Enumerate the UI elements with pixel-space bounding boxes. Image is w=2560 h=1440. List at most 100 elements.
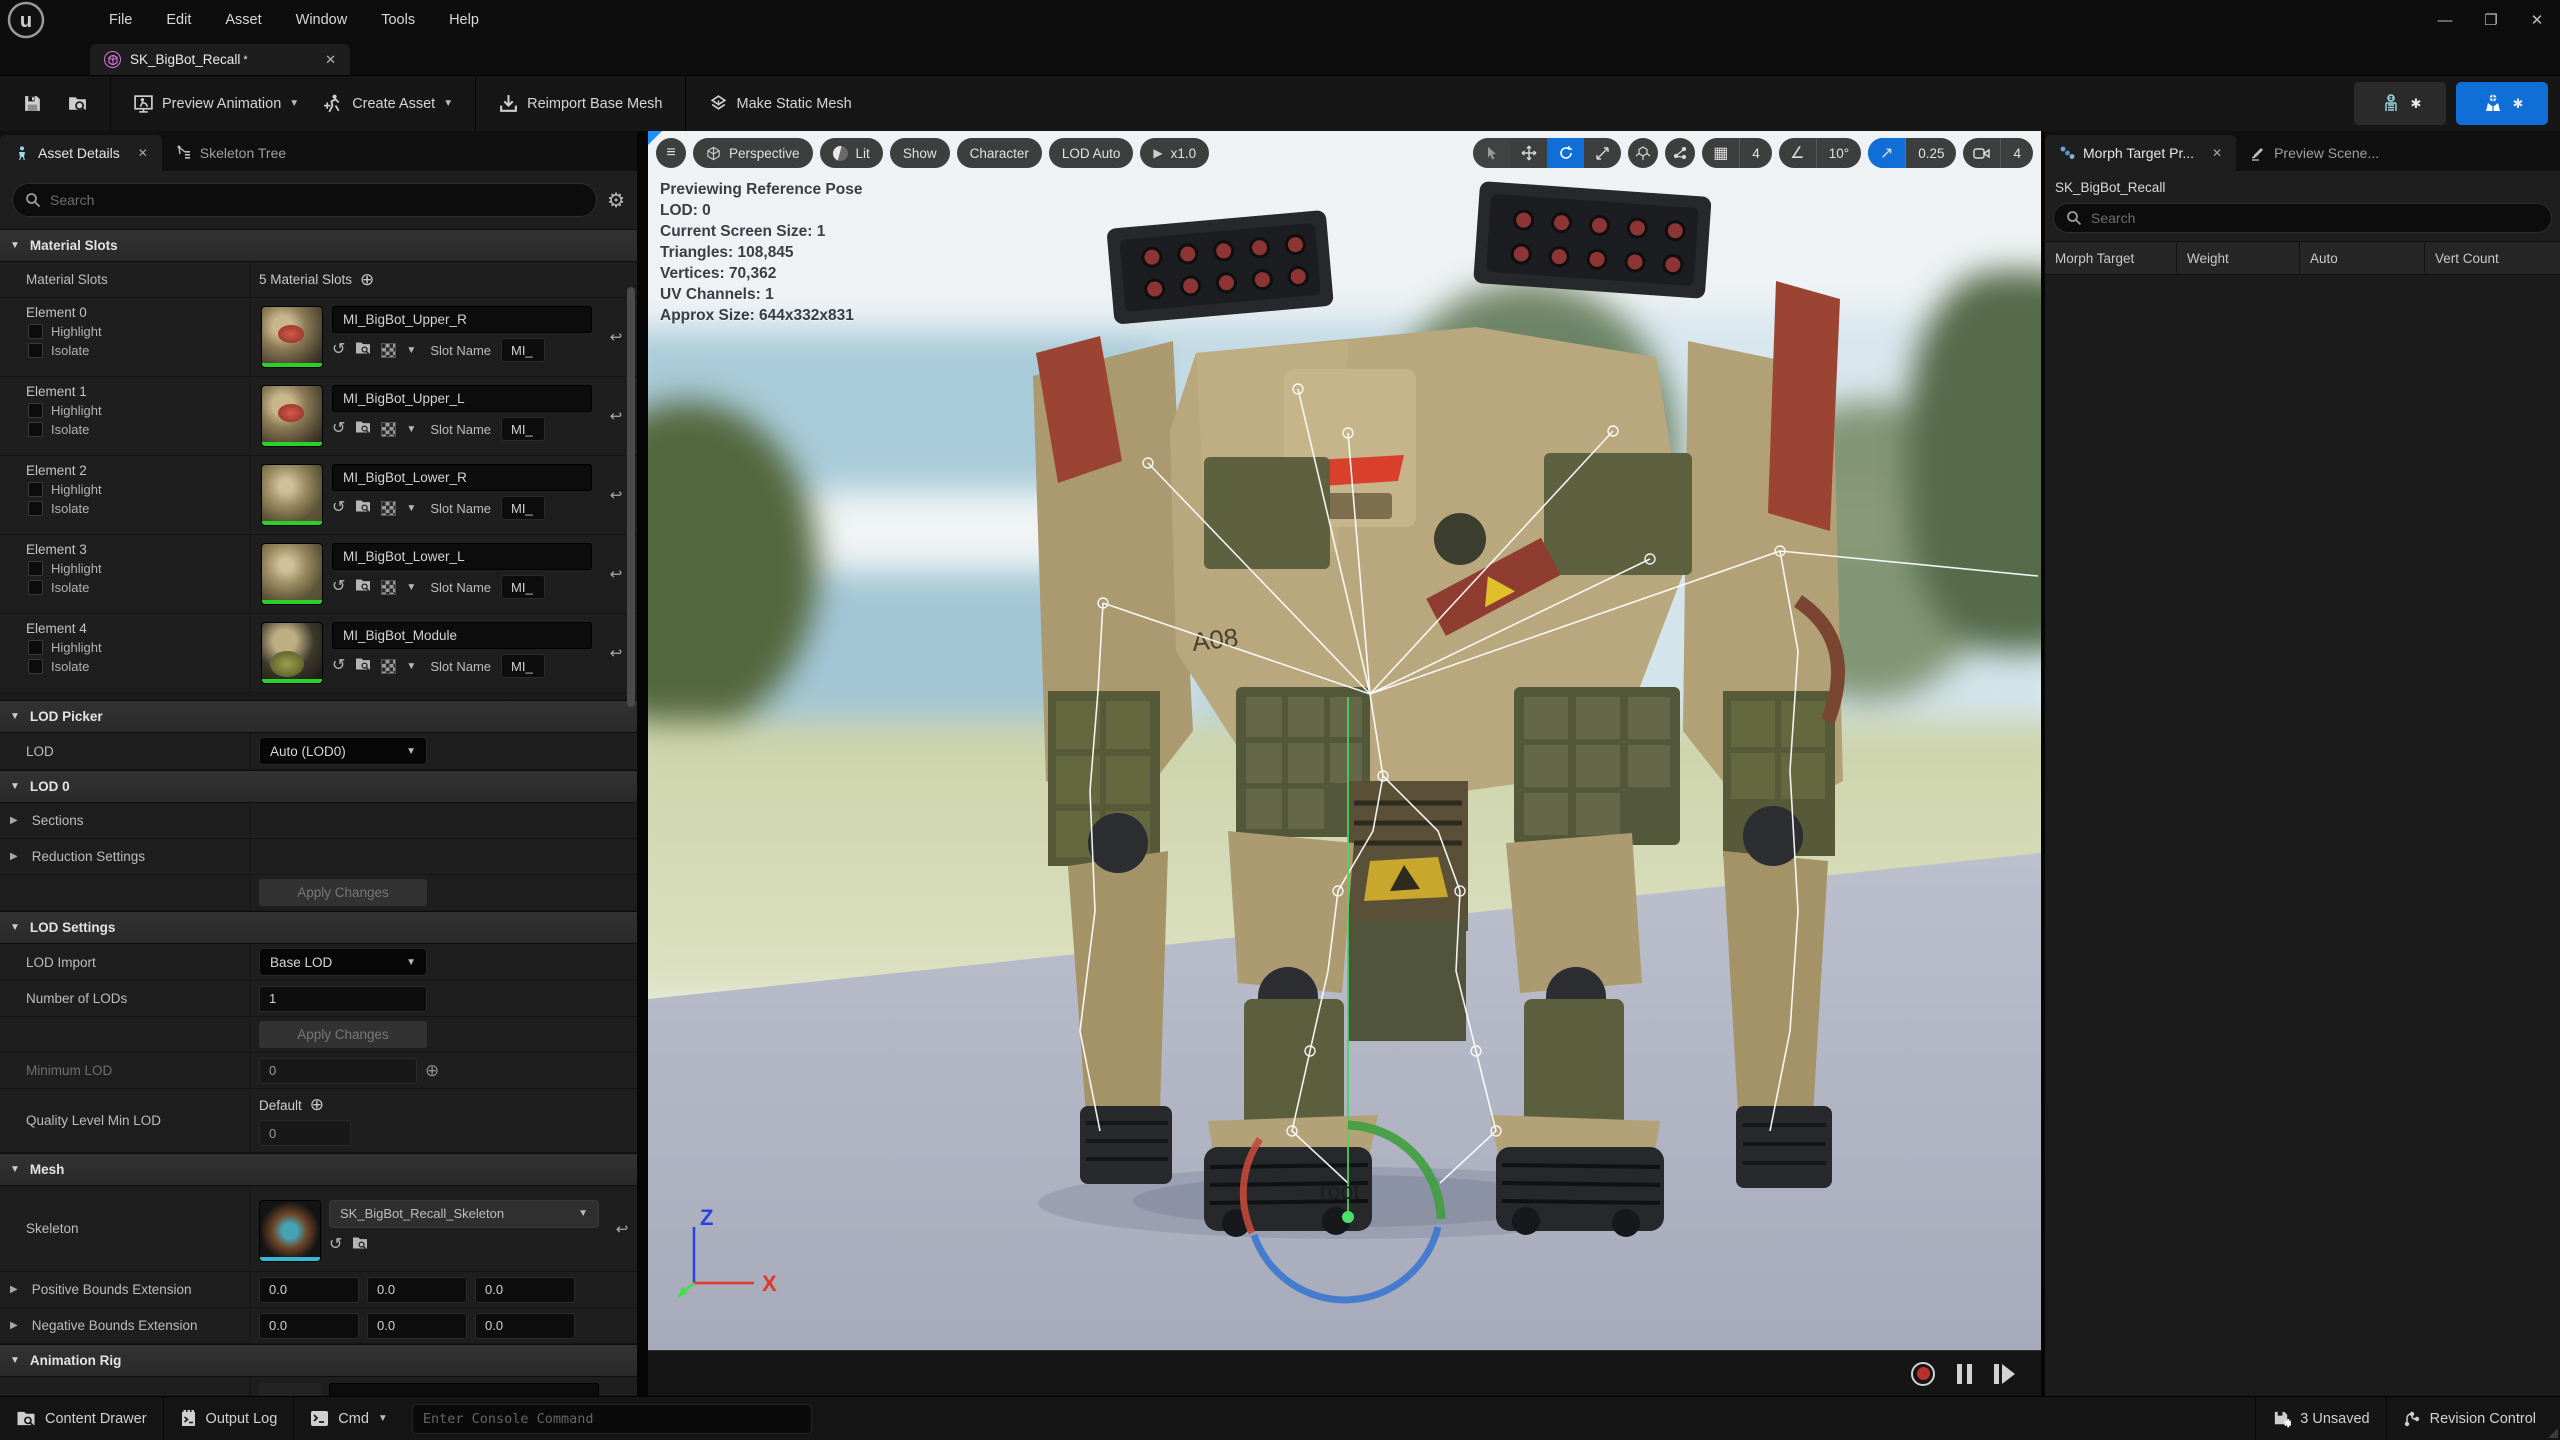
expand-triangle-icon[interactable]: ▶ (10, 851, 18, 862)
material-options-icon[interactable] (381, 343, 396, 358)
lit-button[interactable]: Lit (820, 138, 883, 168)
highlight-checkbox[interactable] (28, 482, 43, 497)
chevron-down-icon[interactable]: ▼ (406, 503, 416, 514)
add-material-slot-icon[interactable]: ⊕ (360, 270, 374, 290)
output-log-button[interactable]: Output Log (164, 1397, 294, 1440)
browse-icon[interactable] (355, 578, 371, 596)
close-icon[interactable]: ✕ (2514, 0, 2560, 40)
rotate-tool-icon[interactable] (1547, 138, 1584, 168)
use-selected-icon[interactable]: ↺ (329, 1237, 342, 1253)
camera-speed-value[interactable]: 4 (2001, 138, 2033, 168)
morph-search-input[interactable] (2091, 210, 2539, 226)
use-selected-icon[interactable]: ↺ (332, 579, 345, 595)
perspective-button[interactable]: Perspective (693, 138, 813, 168)
scale-snap-value[interactable]: 0.25 (1906, 138, 1956, 168)
rotation-snap-value[interactable]: 10° (1817, 138, 1861, 168)
add-quality-override-icon[interactable]: ⊕ (310, 1095, 324, 1115)
isolate-checkbox[interactable] (28, 580, 43, 595)
skeleton-asset-shortcut-button[interactable]: ✱ (2354, 82, 2446, 125)
show-button[interactable]: Show (890, 138, 950, 168)
menu-window[interactable]: Window (279, 0, 365, 40)
use-selected-icon[interactable]: ↺ (332, 342, 345, 358)
morph-searchbox[interactable] (2053, 203, 2552, 233)
section-lod-settings[interactable]: ▼ LOD Settings (0, 911, 637, 944)
column-weight[interactable]: Weight (2177, 242, 2300, 274)
browse-icon[interactable] (352, 1236, 368, 1254)
coordinate-system-button[interactable] (1628, 138, 1658, 168)
step-forward-button[interactable] (1994, 1364, 2015, 1384)
material-name-field[interactable]: MI_BigBot_Upper_L (332, 385, 592, 412)
reset-to-default-icon[interactable]: ↩ (610, 486, 623, 504)
viewport-menu-button[interactable]: ≡ (656, 138, 686, 168)
section-animation-rig[interactable]: ▼ Animation Rig (0, 1344, 637, 1377)
resize-grip[interactable] (2548, 1428, 2558, 1438)
material-options-icon[interactable] (381, 580, 396, 595)
section-mesh[interactable]: ▼ Mesh (0, 1153, 637, 1186)
material-thumbnail[interactable] (261, 464, 323, 526)
column-morph-target[interactable]: Morph Target (2045, 242, 2177, 274)
minimum-lod-field[interactable]: 0 (259, 1058, 417, 1084)
material-options-icon[interactable] (381, 422, 396, 437)
move-tool-icon[interactable] (1510, 138, 1547, 168)
tab-close-icon[interactable]: ✕ (138, 146, 148, 160)
reset-to-default-icon[interactable]: ↩ (616, 1220, 629, 1238)
scale-tool-icon[interactable] (1584, 138, 1621, 168)
reset-to-default-icon[interactable]: ↩ (610, 328, 623, 346)
preview-viewport[interactable]: A08 (648, 131, 2041, 1350)
quality-min-lod-field[interactable]: 0 (259, 1120, 351, 1146)
grid-snap-icon[interactable]: ▦ (1702, 138, 1740, 168)
console-command-input[interactable] (423, 1411, 801, 1427)
material-thumbnail[interactable] (261, 385, 323, 447)
angle-snap-icon[interactable]: ∠ (1779, 138, 1817, 168)
left-panel-scrollbar[interactable] (627, 287, 635, 707)
camera-icon[interactable] (1963, 138, 2001, 168)
material-options-icon[interactable] (381, 659, 396, 674)
section-lod-picker[interactable]: ▼ LOD Picker (0, 700, 637, 733)
reset-to-default-icon[interactable]: ↩ (610, 644, 623, 662)
material-name-field[interactable]: MI_BigBot_Module (332, 622, 592, 649)
tab-preview-scene-settings[interactable]: Preview Scene... (2236, 135, 2393, 171)
left-splitter[interactable] (637, 131, 648, 1396)
browse-to-asset-button[interactable] (55, 82, 100, 126)
highlight-checkbox[interactable] (28, 403, 43, 418)
isolate-checkbox[interactable] (28, 343, 43, 358)
reset-to-default-icon[interactable]: ↩ (610, 565, 623, 583)
use-selected-icon[interactable]: ↺ (332, 500, 345, 516)
asset-tab[interactable]: SK_BigBot_Recall * ✕ (90, 44, 350, 75)
scale-snap-icon[interactable]: ↗ (1868, 138, 1906, 168)
expand-triangle-icon[interactable]: ▶ (10, 1320, 18, 1331)
asset-details-searchbox[interactable] (12, 183, 597, 217)
revision-control-button[interactable]: Revision Control (2387, 1397, 2560, 1440)
character-button[interactable]: Character (957, 138, 1042, 168)
make-static-mesh-button[interactable]: Make Static Mesh (696, 82, 864, 126)
create-asset-button[interactable]: Create Asset ▼ (311, 82, 465, 126)
section-material-slots[interactable]: ▼ Material Slots (0, 229, 637, 262)
record-button[interactable] (1911, 1362, 1935, 1386)
apply-changes-button[interactable]: Apply Changes (259, 1021, 427, 1048)
isolate-checkbox[interactable] (28, 659, 43, 674)
slot-name-field[interactable]: MI_ (501, 654, 545, 678)
highlight-checkbox[interactable] (28, 324, 43, 339)
bounds-z-field[interactable]: 0.0 (475, 1277, 575, 1303)
console-command-box[interactable] (412, 1404, 812, 1434)
slot-name-field[interactable]: MI_ (501, 338, 545, 362)
use-selected-icon[interactable]: ↺ (332, 658, 345, 674)
slot-name-field[interactable]: MI_ (501, 496, 545, 520)
browse-icon[interactable] (355, 499, 371, 517)
gear-icon[interactable]: ⚙ (607, 188, 625, 213)
skeletal-mesh-asset-shortcut-button[interactable]: ✱ (2456, 82, 2548, 125)
playback-speed-button[interactable]: ▶ x1.0 (1140, 138, 1209, 168)
select-tool-icon[interactable] (1473, 138, 1510, 168)
chevron-down-icon[interactable]: ▼ (406, 424, 416, 435)
sections-row[interactable]: ▶Sections (0, 803, 637, 839)
column-auto[interactable]: Auto (2300, 242, 2425, 274)
chevron-down-icon[interactable]: ▼ (406, 582, 416, 593)
material-name-field[interactable]: MI_BigBot_Lower_R (332, 464, 592, 491)
preview-animation-button[interactable]: Preview Animation ▼ (121, 82, 311, 126)
reduction-settings-row[interactable]: ▶Reduction Settings (0, 839, 637, 875)
material-options-icon[interactable] (381, 501, 396, 516)
tab-close-icon[interactable]: ✕ (291, 52, 336, 68)
highlight-checkbox[interactable] (28, 561, 43, 576)
isolate-checkbox[interactable] (28, 501, 43, 516)
lod-auto-button[interactable]: LOD Auto (1049, 138, 1134, 168)
